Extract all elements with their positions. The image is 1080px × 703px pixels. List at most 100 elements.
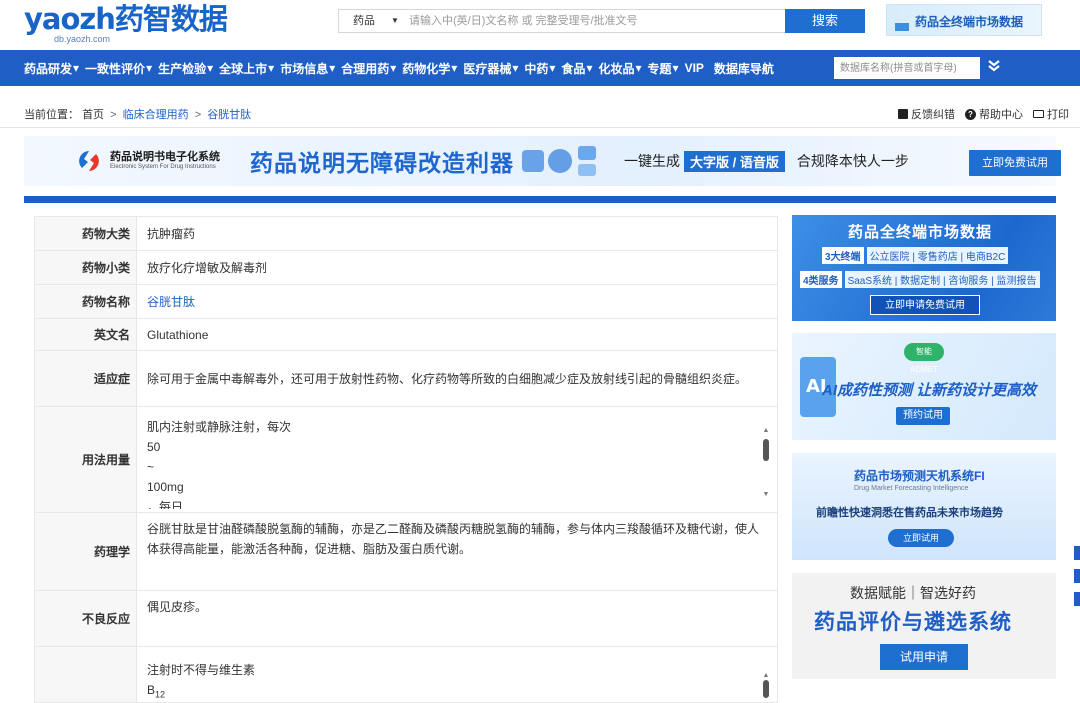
breadcrumb-clinical[interactable]: 临床合理用药 bbox=[123, 109, 189, 121]
scroll-thumb[interactable] bbox=[763, 679, 769, 698]
logo-text: yaozh药智数据 bbox=[24, 2, 228, 36]
ad-market-data[interactable]: 药品全终端市场数据 3大终端 公立医院 | 零售药店 | 电商B2C 4类服务 … bbox=[792, 215, 1056, 321]
nav-item[interactable]: 生产检验 bbox=[158, 60, 206, 77]
caret-down-icon: ▾ bbox=[549, 61, 556, 75]
drug-name-link[interactable]: 谷胱甘肽 bbox=[147, 295, 195, 309]
table-row: 药理学 谷胱甘肽是甘油醛磷酸脱氢酶的辅酶，亦是乙二醛酶及磷酸丙糖脱氢酶的辅酶，参… bbox=[34, 512, 778, 591]
nav-item[interactable]: 一致性评价 bbox=[85, 60, 145, 77]
nav-item[interactable]: 医疗器械 bbox=[463, 60, 511, 77]
caret-down-icon: ▾ bbox=[512, 61, 519, 75]
ad4-title: 数据赋能｜智选好药 bbox=[850, 585, 976, 601]
site-logo[interactable]: yaozh药智数据 db.yaozh.com bbox=[24, 2, 274, 46]
ad3-subtitle: Drug Market Forecasting Intelligence bbox=[854, 485, 969, 492]
side-tab[interactable] bbox=[1074, 546, 1080, 560]
nav-item[interactable]: 中药 bbox=[524, 60, 548, 77]
row-label bbox=[34, 646, 137, 703]
ad-ai-prediction[interactable]: AI 智能ADMET AI成药性预测 让新药设计更高效 预约试用 bbox=[792, 333, 1056, 440]
nav-item[interactable]: 数据库导航 bbox=[714, 60, 774, 77]
drug-category: 抗肿瘤药 bbox=[136, 216, 778, 251]
adverse-reactions: 偶见皮疹。 bbox=[136, 590, 778, 647]
notes-scrollbox[interactable]: 注射时不得与维生素 B12 ▲ bbox=[137, 650, 777, 700]
table-row: 不良反应 偶见皮疹。 bbox=[34, 590, 778, 647]
ad3-title: 药品市场预测天机系统FI bbox=[854, 469, 985, 483]
ad-forecast[interactable]: 药品市场预测天机系统FI Drug Market Forecasting Int… bbox=[792, 453, 1056, 560]
edit-icon bbox=[898, 109, 908, 119]
help-label: 帮助中心 bbox=[979, 109, 1023, 121]
nav-item[interactable]: 化妆品 bbox=[598, 60, 634, 77]
nav-item[interactable]: 药品研发 bbox=[24, 60, 72, 77]
breadcrumb-sep: > bbox=[110, 109, 117, 121]
dosage-line: ，每日 bbox=[147, 499, 184, 509]
ad2-book-button[interactable]: 预约试用 bbox=[896, 407, 950, 425]
feedback-button[interactable]: 反馈纠错 bbox=[898, 106, 955, 122]
table-row: 英文名 Glutathione bbox=[34, 318, 778, 351]
header-market-data-banner[interactable]: 药品全终端市场数据 bbox=[886, 4, 1042, 36]
breadcrumb-home[interactable]: 首页 bbox=[82, 109, 104, 121]
table-row: 注射时不得与维生素 B12 ▲ bbox=[34, 646, 778, 703]
nav-items: 药品研发 ▾ 一致性评价 ▾ 生产检验 ▾ 全球上市 ▾ 市场信息 ▾ 合理用药 ▾ 药物化学 ▾ 医疗器械… bbox=[24, 50, 784, 86]
chart-bar-icon bbox=[895, 23, 909, 31]
print-label: 打印 bbox=[1047, 109, 1069, 121]
notes-scrollbar[interactable]: ▲ bbox=[761, 666, 771, 700]
side-tab[interactable] bbox=[1074, 592, 1080, 606]
free-trial-button[interactable]: 立即免费试用 bbox=[969, 150, 1061, 176]
feedback-label: 反馈纠错 bbox=[911, 109, 955, 121]
caret-down-icon: ▾ bbox=[207, 61, 214, 75]
page-toolbar: 反馈纠错 ? 帮助中心 打印 bbox=[898, 106, 1069, 122]
drug-name-cell: 谷胱甘肽 bbox=[136, 284, 778, 319]
promo-slogan: 药品说明无障碍改造利器 bbox=[250, 150, 514, 176]
promo-system-name-en: Electronic System For Drug Instructions bbox=[110, 164, 216, 170]
ad1-apply-button[interactable]: 立即申请免费试用 bbox=[870, 295, 980, 315]
dosage-line: 50 bbox=[147, 439, 161, 454]
search-input[interactable] bbox=[405, 10, 775, 32]
promo-gen-text: 一键生成 bbox=[624, 153, 680, 169]
breadcrumb-prefix: 当前位置： bbox=[24, 109, 79, 121]
notes-line: 注射时不得与维生素 bbox=[147, 662, 256, 677]
nav-item[interactable]: 合理用药 bbox=[341, 60, 389, 77]
dosage-line: 肌内注射或静脉注射，每次 bbox=[147, 419, 292, 434]
side-float-tabs[interactable] bbox=[1074, 546, 1080, 615]
main-nav: 药品研发 ▾ 一致性评价 ▾ 生产检验 ▾ 全球上市 ▾ 市场信息 ▾ 合理用药 ▾ 药物化学 ▾ 医疗器械… bbox=[0, 50, 1080, 86]
row-label: 英文名 bbox=[34, 318, 137, 351]
dosage-scrollbox[interactable]: 肌内注射或静脉注射，每次 50 ~ 100mg ，每日 ▲ ▼ bbox=[137, 411, 777, 509]
vitamin-b: B bbox=[147, 682, 156, 697]
search-button[interactable]: 搜索 bbox=[785, 9, 865, 33]
nav-item[interactable]: 全球上市 bbox=[219, 60, 267, 77]
help-button[interactable]: ? 帮助中心 bbox=[965, 106, 1023, 122]
dosage-scrollbar[interactable]: ▲ ▼ bbox=[761, 421, 771, 505]
ad1-tag1: 3大终端 bbox=[822, 247, 864, 264]
breadcrumb-bar: 当前位置： 首页 > 临床合理用药 > 谷胱甘肽 反馈纠错 ? 帮助中心 打印 bbox=[0, 98, 1080, 128]
row-label: 药物小类 bbox=[34, 250, 137, 285]
side-tab[interactable] bbox=[1074, 569, 1080, 583]
nav-item[interactable]: 食品 bbox=[561, 60, 585, 77]
ad1-tag2: 4类服务 bbox=[800, 271, 842, 288]
promo-banner[interactable]: 药品说明书电子化系统 Electronic System For Drug In… bbox=[24, 136, 1061, 186]
caret-down-icon: ▾ bbox=[329, 61, 336, 75]
scroll-up-icon[interactable]: ▲ bbox=[761, 421, 771, 441]
ad3-slogan: 前瞻性快速洞悉在售药品未来市场趋势 bbox=[816, 507, 1003, 519]
print-button[interactable]: 打印 bbox=[1033, 106, 1069, 122]
row-label: 用法用量 bbox=[34, 406, 137, 513]
search-category-label: 药品 bbox=[353, 15, 375, 27]
nav-item[interactable]: VIP bbox=[685, 61, 704, 75]
scroll-down-icon[interactable]: ▼ bbox=[761, 485, 771, 505]
caret-down-icon: ▾ bbox=[73, 61, 80, 75]
vitamin-sub: 12 bbox=[155, 688, 166, 699]
ad3-try-button[interactable]: 立即试用 bbox=[888, 529, 954, 547]
caret-down-icon: ▾ bbox=[586, 61, 593, 75]
site-header: yaozh药智数据 db.yaozh.com 药品 ▼ 搜索 药品全终端市场数据 bbox=[0, 0, 1080, 50]
breadcrumb-current[interactable]: 谷胱甘肽 bbox=[207, 109, 251, 121]
ad-evaluation-system[interactable]: 数据赋能｜智选好药 药品评价与遴选系统 试用申请 bbox=[792, 573, 1056, 679]
nav-item[interactable]: 药物化学 bbox=[402, 60, 450, 77]
row-label: 适应症 bbox=[34, 350, 137, 407]
db-search-input[interactable] bbox=[834, 57, 980, 79]
double-chevron-down-icon[interactable] bbox=[988, 59, 1002, 77]
ad4-apply-button[interactable]: 试用申请 bbox=[880, 644, 968, 670]
scroll-thumb[interactable] bbox=[763, 438, 769, 461]
nav-item[interactable]: 专题 bbox=[648, 60, 672, 77]
caret-down-icon: ▾ bbox=[146, 61, 153, 75]
promo-system-name: 药品说明书电子化系统 bbox=[110, 151, 220, 163]
search-category-select[interactable]: 药品 ▼ bbox=[339, 10, 405, 32]
nav-item[interactable]: 市场信息 bbox=[280, 60, 328, 77]
ad1-text2: SaaS系统 | 数据定制 | 咨询服务 | 监测报告 bbox=[844, 271, 1040, 288]
